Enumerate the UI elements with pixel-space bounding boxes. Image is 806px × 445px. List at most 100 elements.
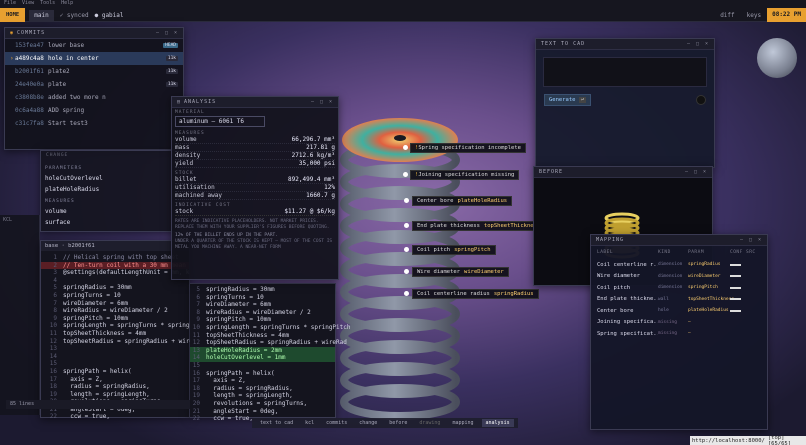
callout-label[interactable]: ! Spring specification incomplete xyxy=(410,143,526,153)
material-label: MATERIAL xyxy=(175,110,205,115)
maximize-icon[interactable]: □ xyxy=(694,169,698,175)
measure-item[interactable]: surface xyxy=(41,217,177,228)
dock-item-analysis[interactable]: analysis xyxy=(481,419,514,427)
maximize-icon[interactable]: □ xyxy=(696,41,700,47)
menu-tools[interactable]: Tools xyxy=(40,0,55,6)
code-line: 14 holeCutOverlevel = 1mm xyxy=(190,354,335,362)
editor-right[interactable]: 5 springRadius = 30mm 6 springTurns = 10 7 wi… xyxy=(190,283,351,422)
line-number: 13 xyxy=(192,346,200,354)
diff-button[interactable]: diff xyxy=(720,12,734,19)
dock-item-commits[interactable]: commits xyxy=(322,419,351,427)
menu-file[interactable]: File xyxy=(4,0,16,6)
commit-item[interactable]: 153fea47 lower base HEAD xyxy=(5,39,183,52)
confidence-bar xyxy=(730,298,741,301)
home-button[interactable]: HOME xyxy=(0,8,26,22)
callout-label[interactable]: ! Joining specification missing xyxy=(410,170,520,180)
commit-item[interactable]: c3808b8e added two more n xyxy=(5,91,183,104)
close-icon[interactable]: × xyxy=(329,99,333,105)
commit-item[interactable]: › a489c4a8 hole in center 11k xyxy=(5,52,183,65)
code-area[interactable]: 1 // Helical spring with top sheet 2 // Ten… xyxy=(41,251,208,421)
minimize-icon[interactable]: – xyxy=(311,99,315,105)
code-line: 16 springPath = helix( xyxy=(190,370,335,378)
measure-item[interactable]: volume xyxy=(41,206,177,217)
editor-tab[interactable]: base · b2001f61 xyxy=(41,241,189,251)
close-icon[interactable]: × xyxy=(758,237,762,243)
callout-label[interactable]: Center bore plateHoleRadius xyxy=(412,196,513,206)
material-select[interactable]: aluminum — 6061 T6 xyxy=(175,116,265,127)
close-icon[interactable]: × xyxy=(705,41,709,47)
maximize-icon[interactable]: □ xyxy=(320,99,324,105)
mapping-row[interactable]: Wire diameter dimension wireDiameter xyxy=(591,271,767,283)
confidence-bar xyxy=(730,263,741,266)
confidence-bar xyxy=(730,309,741,312)
callout-label[interactable]: End plate thickness topSheetThickness xyxy=(412,221,546,231)
menu-help[interactable]: Help xyxy=(61,0,73,6)
metric-label: billet xyxy=(175,176,197,183)
line-number: 15 xyxy=(192,361,200,369)
mapping-label: Wire diameter xyxy=(597,273,641,280)
prompt-input[interactable] xyxy=(543,57,707,87)
param-item[interactable]: holeCutOverlevel xyxy=(41,173,177,184)
editor-left[interactable]: base · b2001f61 1 // Helical spring with … xyxy=(40,240,208,421)
code-line: 15 xyxy=(190,362,335,370)
commit-message: plate2 xyxy=(48,68,70,75)
mapping-row[interactable]: Spring specificat... missing — xyxy=(591,328,767,340)
branch-selector[interactable]: main xyxy=(29,9,54,21)
callout-label[interactable]: Coil centerline radius springRadius xyxy=(412,289,539,299)
dock-item-before[interactable]: before xyxy=(385,419,411,427)
commit-item[interactable]: b2001f61 plate2 11k xyxy=(5,65,183,78)
mapping-row[interactable]: Center bore hole plateHoleRadius xyxy=(591,305,767,317)
sync-status: ✓ synced xyxy=(59,11,89,19)
measures-label: MEASURES xyxy=(45,199,75,204)
bottom-dock: text to cad kcl commits change before drawing… xyxy=(252,418,518,428)
line-text: springRadius = 30mm xyxy=(206,286,275,293)
keys-button[interactable]: keys xyxy=(747,12,761,19)
metric-value: 66,296.7 mm³ xyxy=(291,136,335,143)
commit-item[interactable]: 24e40e0a plate 11k xyxy=(5,78,183,91)
dock-item-drawing[interactable]: drawing xyxy=(415,419,444,427)
line-number: 6 xyxy=(53,291,57,299)
close-icon[interactable]: × xyxy=(174,30,178,36)
code-line: 18 radius = springRadius, xyxy=(190,385,335,393)
view-cube[interactable] xyxy=(757,38,797,78)
code-line: 21 angleStart = 0deg, xyxy=(190,408,335,416)
mapping-row[interactable]: End plate thickne... wall topSheetThicknes… xyxy=(591,294,767,306)
commit-item[interactable]: c31c7fa8 Start test3 xyxy=(5,117,183,130)
callout-label[interactable]: Wire diameter wireDiameter xyxy=(412,267,509,277)
metric-value: 1660.7 g xyxy=(306,192,335,199)
minimize-icon[interactable]: – xyxy=(687,41,691,47)
metric-row: mass 217.81 g xyxy=(175,144,335,152)
minimize-icon[interactable]: – xyxy=(685,169,689,175)
maximize-icon[interactable]: □ xyxy=(165,30,169,36)
close-icon[interactable]: × xyxy=(703,169,707,175)
minimize-icon[interactable]: – xyxy=(740,237,744,243)
commit-hash: c3808b8e xyxy=(15,94,44,101)
mapping-kind: missing xyxy=(658,319,677,325)
line-number: 3 xyxy=(53,269,57,277)
code-line: 11 topSheetThickness = 4mm xyxy=(41,330,189,338)
mapping-row[interactable]: Coil pitch dimension springPitch xyxy=(591,282,767,294)
param-item[interactable]: plateHoleRadius xyxy=(41,184,177,195)
line-number: 7 xyxy=(53,299,57,307)
callout-label[interactable]: Coil pitch springPitch xyxy=(412,245,496,255)
dock-item-mapping[interactable]: mapping xyxy=(448,419,477,427)
user-badge[interactable]: ● gabial xyxy=(95,12,124,19)
dock-item-change[interactable]: change xyxy=(355,419,381,427)
dock-item-text-to-cad[interactable]: text to cad xyxy=(256,419,297,427)
menu-bar: File View Tools Help xyxy=(4,0,73,6)
menu-view[interactable]: View xyxy=(22,0,34,6)
left-gutter: KCL xyxy=(0,215,40,415)
maximize-icon[interactable]: □ xyxy=(749,237,753,243)
mapping-panel: MAPPING – □ × LABEL KIND PARAM CONF SRC Coi… xyxy=(590,234,768,430)
code-area-right[interactable]: 5 springRadius = 30mm 6 springTurns = 10 7 wi… xyxy=(190,284,351,423)
generate-button[interactable]: Generate ⏎ xyxy=(544,94,592,106)
callout-text: Wire diameter xyxy=(417,269,461,275)
commit-item[interactable]: 0c6a4a88 ADD spring xyxy=(5,104,183,117)
record-button[interactable] xyxy=(696,95,706,105)
mapping-param: topSheetThickness xyxy=(688,296,735,302)
mapping-row[interactable]: Joining specifica... missing — xyxy=(591,317,767,329)
mapping-row[interactable]: Coil centerline r... dimension springRadiu… xyxy=(591,259,767,271)
minimize-icon[interactable]: – xyxy=(156,30,160,36)
dock-item-kcl[interactable]: kcl xyxy=(301,419,318,427)
line-number: 2 xyxy=(53,261,57,269)
